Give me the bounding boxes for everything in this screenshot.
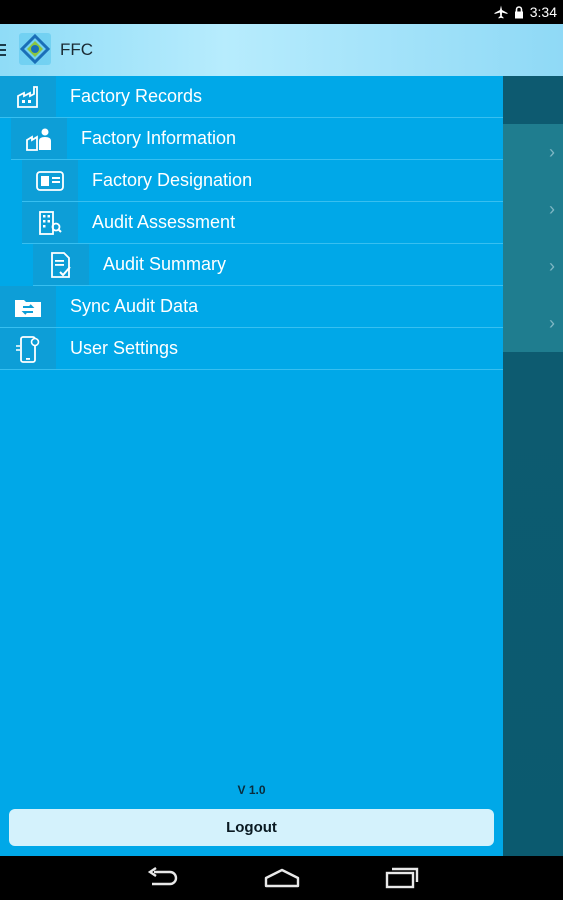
sync-folder-icon	[0, 286, 56, 327]
menu-item-user-settings[interactable]: User Settings	[0, 328, 503, 370]
list-item[interactable]: ›	[503, 124, 563, 180]
back-icon[interactable]	[144, 866, 180, 895]
drawer-toggle-icon[interactable]	[0, 44, 6, 56]
menu-item-factory-records[interactable]: Factory Records	[0, 76, 503, 118]
menu-item-label: Audit Summary	[103, 254, 227, 274]
menu-item-label: User Settings	[70, 338, 179, 358]
document-check-icon	[33, 244, 89, 285]
version-label: V 1.0	[237, 783, 266, 797]
factory-icon	[0, 76, 56, 117]
menu-item-audit-summary[interactable]: Audit Summary	[33, 244, 503, 286]
recents-icon[interactable]	[384, 866, 420, 895]
app-bar: FFC	[0, 24, 563, 76]
status-time: 3:34	[529, 4, 557, 20]
home-icon[interactable]	[263, 866, 301, 895]
menu-item-label: Audit Assessment	[92, 212, 236, 232]
chevron-right-icon: ›	[549, 256, 555, 276]
list-item[interactable]: ›	[503, 295, 563, 351]
chevron-right-icon: ›	[549, 199, 555, 219]
list-item[interactable]: ›	[503, 181, 563, 237]
chevron-right-icon: ›	[549, 313, 555, 333]
lock-icon	[514, 5, 524, 19]
menu-item-label: Factory Designation	[92, 170, 253, 190]
menu-item-factory-information[interactable]: Factory Information	[11, 118, 503, 160]
system-nav-bar	[0, 856, 563, 900]
building-search-icon	[22, 202, 78, 243]
ffc-logo-icon[interactable]	[18, 32, 52, 66]
status-bar: 3:34	[0, 0, 563, 24]
menu-item-sync-audit-data[interactable]: Sync Audit Data	[0, 286, 503, 328]
menu-item-factory-designation[interactable]: Factory Designation	[22, 160, 503, 202]
factory-person-icon	[11, 118, 67, 159]
phone-settings-icon	[0, 328, 56, 369]
background-content: › › › ›	[503, 76, 563, 856]
list-item[interactable]: ›	[503, 238, 563, 294]
menu-item-label: Factory Records	[70, 86, 203, 106]
airplane-icon	[494, 5, 508, 19]
chevron-right-icon: ›	[549, 142, 555, 162]
menu-item-label: Factory Information	[81, 128, 237, 148]
menu-item-audit-assessment[interactable]: Audit Assessment	[22, 202, 503, 244]
navigation-drawer: Factory Records Factory Information Fact…	[0, 76, 503, 856]
id-card-icon	[22, 160, 78, 201]
app-title: FFC	[60, 40, 94, 59]
menu-item-label: Sync Audit Data	[70, 296, 199, 316]
status-icons: 3:34	[494, 3, 557, 21]
logout-button[interactable]: Logout	[9, 809, 494, 846]
